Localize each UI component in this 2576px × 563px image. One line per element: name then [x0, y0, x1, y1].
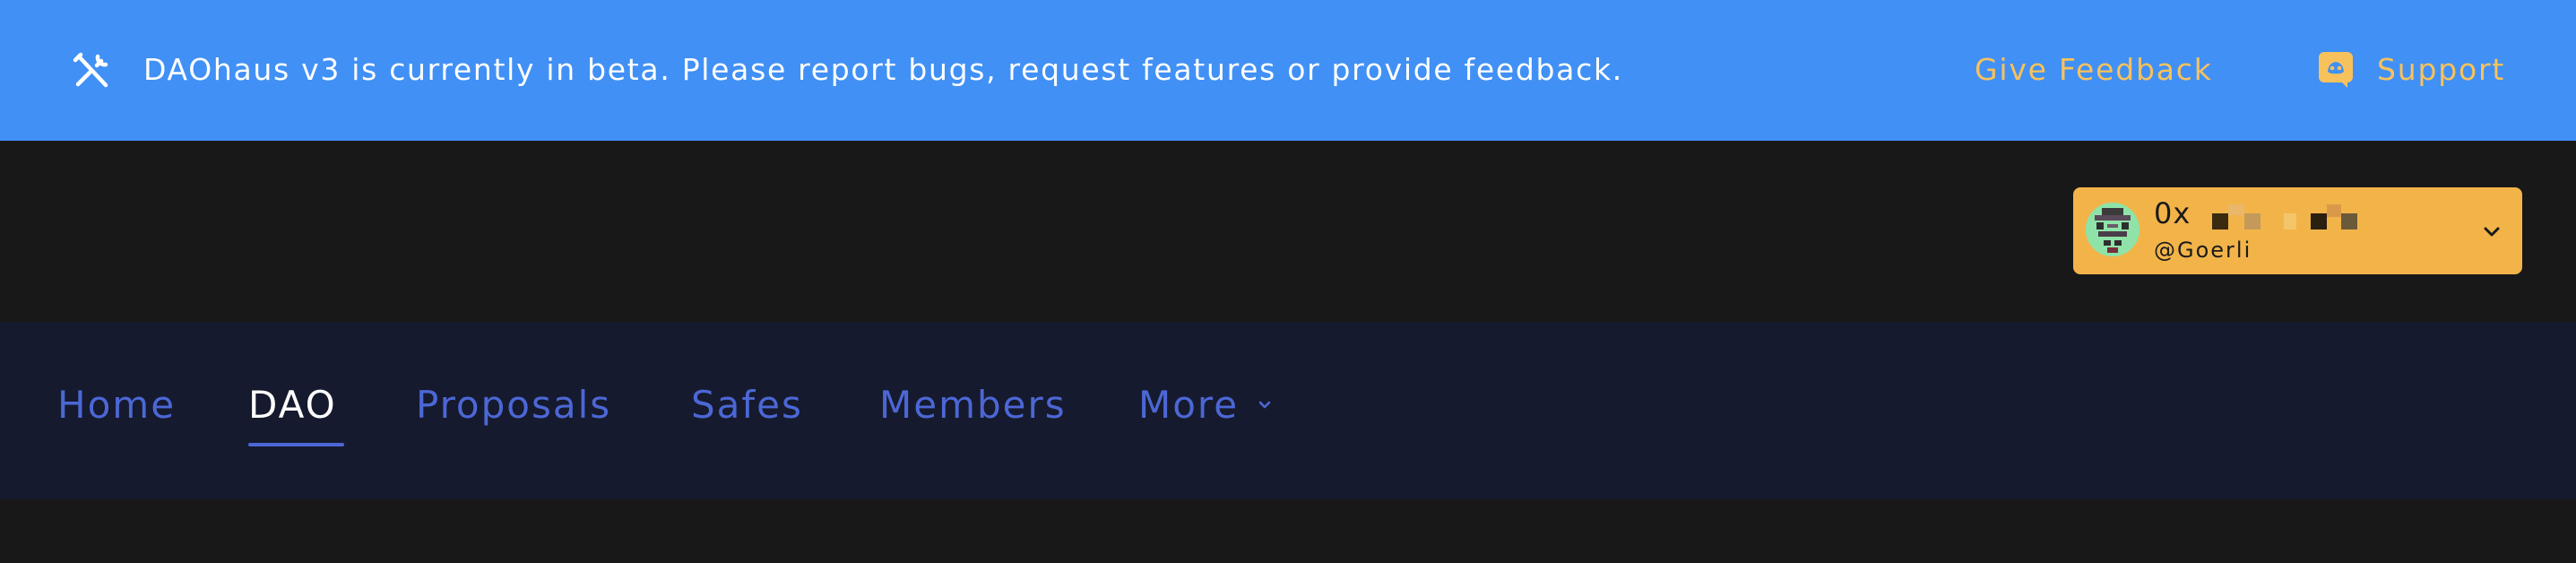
app-header: 0x @Goerli	[0, 141, 2576, 322]
tab-members[interactable]: Members	[879, 383, 1067, 427]
tab-safes[interactable]: Safes	[691, 383, 803, 427]
beta-banner: DAOhaus v3 is currently in beta. Please …	[0, 0, 2576, 141]
tab-home[interactable]: Home	[57, 383, 176, 427]
wallet-network: @Goerli	[2154, 238, 2252, 263]
redacted-address-pixels	[2212, 204, 2357, 230]
support-label: Support	[2377, 52, 2506, 87]
dao-nav: Home DAO Proposals Safes Members More	[0, 322, 2576, 499]
tab-dao[interactable]: DAO	[248, 383, 337, 427]
discord-icon	[2319, 52, 2353, 88]
beta-banner-message: DAOhaus v3 is currently in beta. Please …	[143, 52, 1623, 87]
wallet-connect-button[interactable]: 0x @Goerli	[2073, 187, 2522, 274]
tab-more[interactable]: More	[1138, 383, 1239, 427]
tools-icon	[73, 52, 108, 88]
avatar	[2086, 203, 2139, 256]
give-feedback-link[interactable]: Give Feedback	[1975, 52, 2213, 87]
active-tab-indicator	[248, 443, 344, 446]
avatar-identicon	[2086, 203, 2139, 256]
chevron-down-icon	[2484, 227, 2500, 237]
tab-proposals[interactable]: Proposals	[416, 383, 611, 427]
wallet-address: 0x	[2154, 196, 2191, 230]
chevron-down-icon[interactable]	[1256, 395, 1274, 413]
page-content	[0, 499, 2576, 563]
